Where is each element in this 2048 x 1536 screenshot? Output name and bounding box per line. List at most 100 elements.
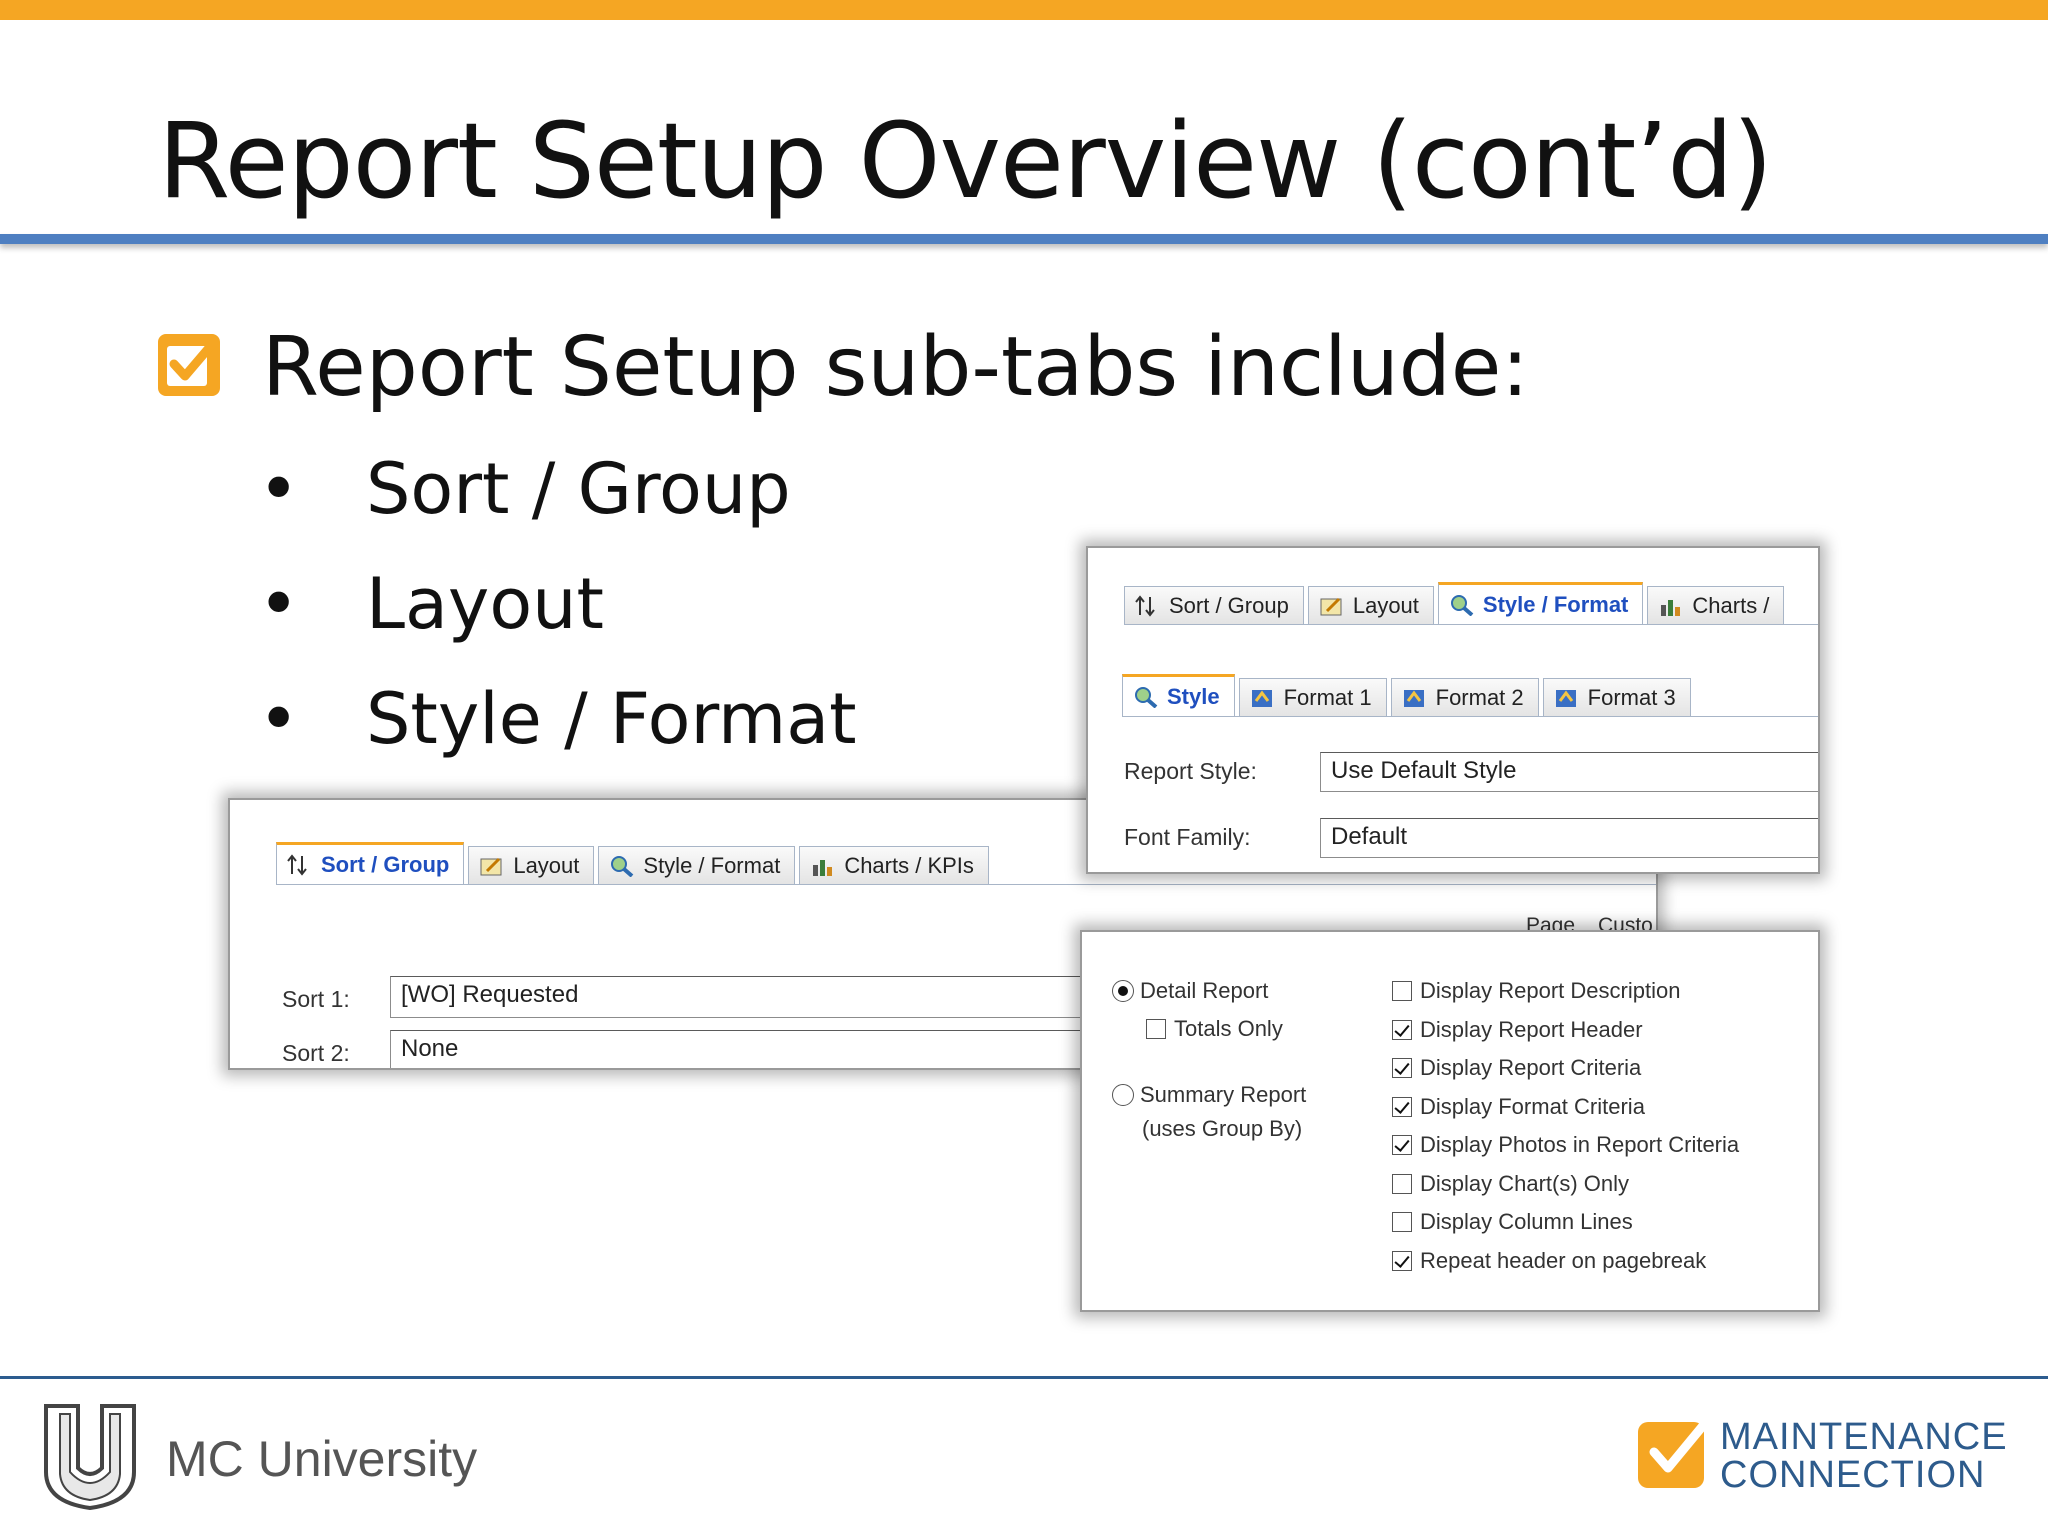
subtab-format-2[interactable]: Format 2 [1390, 678, 1539, 716]
checkbox-label: Display Report Description [1420, 978, 1681, 1003]
checkbox[interactable] [1392, 1212, 1412, 1232]
bullet-dot: • [258, 448, 300, 530]
tab-label: Style / Format [643, 852, 781, 878]
radio-selected[interactable] [1112, 980, 1134, 1002]
tab-label: Charts / [1692, 592, 1770, 618]
layout-icon [1319, 595, 1345, 617]
option-display-report-header[interactable]: Display Report Header [1392, 1017, 1643, 1043]
subtab-format-1[interactable]: Format 1 [1238, 678, 1387, 716]
tab-label: Style [1167, 683, 1220, 709]
tab-label: Sort / Group [321, 851, 450, 877]
checkbox-label: Display Chart(s) Only [1420, 1171, 1630, 1196]
tab-label: Layout [1352, 592, 1419, 618]
main-bullet-text: Report Setup sub-tabs include: [262, 320, 1529, 415]
subtab-format-3[interactable]: Format 3 [1542, 678, 1691, 716]
university-shield-icon [42, 1402, 138, 1514]
display-options-screenshot: Detail Report Totals Only Summary Report… [1080, 930, 1820, 1312]
chart-icon [810, 855, 836, 877]
checkbox-label: Display Column Lines [1420, 1209, 1633, 1234]
checkbox-bullet-icon [158, 334, 220, 396]
tab-layout[interactable]: Layout [1307, 586, 1434, 624]
report-style-label: Report Style: [1124, 758, 1257, 784]
brand-logo-text: MAINTENANCE CONNECTION [1720, 1418, 2008, 1494]
tab-label: Charts / KPIs [844, 852, 974, 878]
style-subtabs: Style Format 1 Format 2 Format 3 [1122, 674, 1695, 716]
checkbox[interactable] [1392, 1135, 1412, 1155]
sort1-label: Sort 1: [282, 986, 350, 1012]
sub-item-style-format: • Style / Format [258, 678, 857, 760]
summary-report-radio[interactable]: Summary Report [1112, 1082, 1306, 1108]
sort2-label: Sort 2: [282, 1040, 350, 1066]
option-display-format-criteria[interactable]: Display Format Criteria [1392, 1094, 1645, 1120]
tab-label: Style / Format [1482, 591, 1629, 617]
summary-note: (uses Group By) [1142, 1116, 1303, 1141]
tab-label: Format 2 [1435, 684, 1524, 710]
tab-layout[interactable]: Layout [468, 846, 595, 884]
tab-label: Format 1 [1283, 684, 1372, 710]
tab-style-format[interactable]: Style / Format [1437, 582, 1644, 624]
sub-item-label: Sort / Group [366, 448, 791, 530]
format-icon [1402, 687, 1428, 709]
tab-label: Format 3 [1587, 684, 1676, 710]
chart-icon [1658, 595, 1684, 617]
option-display-report-criteria[interactable]: Display Report Criteria [1392, 1055, 1641, 1081]
brand-line-1: MAINTENANCE [1720, 1416, 2008, 1458]
tab-sort-group[interactable]: Sort / Group [1124, 586, 1304, 624]
checkbox-label: Display Photos in Report Criteria [1420, 1132, 1740, 1157]
bullet-dot: • [258, 563, 300, 645]
checkbox-label: Display Report Criteria [1420, 1055, 1642, 1080]
checkbox[interactable] [1392, 1058, 1412, 1078]
magnifier-icon [1133, 686, 1159, 709]
radio-label: Detail Report [1140, 978, 1269, 1003]
footer-org-name: MC University [166, 1431, 478, 1487]
style-panel-tabs: Sort / Group Layout Style / Format Chart… [1124, 582, 1788, 624]
checkbox[interactable] [1392, 1251, 1412, 1271]
tab-baseline [1124, 624, 1818, 625]
sort-arrows-icon [287, 853, 313, 876]
option-display-photos[interactable]: Display Photos in Report Criteria [1392, 1132, 1739, 1158]
tab-label: Sort / Group [1169, 592, 1289, 618]
checkbox[interactable] [1392, 1020, 1412, 1040]
format-icon [1554, 687, 1580, 709]
tab-charts-kpis[interactable]: Charts / KPIs [799, 846, 989, 884]
totals-only-checkbox[interactable]: Totals Only [1146, 1016, 1283, 1042]
bullet-dot: • [258, 678, 300, 760]
style-format-screenshot: Sort / Group Layout Style / Format Chart… [1086, 546, 1820, 874]
layout-icon [479, 855, 505, 877]
brand-line-2: CONNECTION [1720, 1454, 1986, 1496]
report-style-field[interactable]: Use Default Style [1320, 752, 1818, 792]
sort-panel-tabs: Sort / Group Layout Style / Format Chart… [276, 842, 993, 884]
subtab-style[interactable]: Style [1122, 674, 1235, 716]
top-accent-bar [0, 0, 2048, 20]
checkbox-label: Totals Only [1174, 1016, 1283, 1041]
option-display-report-description[interactable]: Display Report Description [1392, 978, 1680, 1004]
option-repeat-header[interactable]: Repeat header on pagebreak [1392, 1248, 1706, 1274]
tab-style-format[interactable]: Style / Format [598, 846, 796, 884]
checkbox[interactable] [1146, 1019, 1166, 1039]
magnifier-icon [609, 855, 635, 878]
tab-label: Layout [513, 852, 580, 878]
sub-item-sort-group: • Sort / Group [258, 448, 791, 530]
maintenance-connection-logo-icon [1636, 1416, 1711, 1494]
subtab-baseline [1122, 716, 1818, 717]
radio-unselected[interactable] [1112, 1084, 1134, 1106]
tab-sort-group[interactable]: Sort / Group [276, 842, 465, 884]
checkbox-label: Display Format Criteria [1420, 1094, 1645, 1119]
sort-arrows-icon [1135, 594, 1161, 617]
checkbox[interactable] [1392, 981, 1412, 1001]
magnifier-icon [1449, 594, 1475, 617]
sub-item-layout: • Layout [258, 563, 604, 645]
title-divider [0, 234, 2048, 244]
font-family-field[interactable]: Default [1320, 818, 1818, 858]
checkbox-label: Repeat header on pagebreak [1420, 1248, 1707, 1273]
slide-title: Report Setup Overview (cont’d) [158, 100, 1773, 222]
checkbox[interactable] [1392, 1174, 1412, 1194]
tab-charts[interactable]: Charts / [1647, 586, 1785, 624]
radio-label: Summary Report [1140, 1082, 1307, 1107]
detail-report-radio[interactable]: Detail Report [1112, 978, 1268, 1004]
tab-baseline [276, 884, 1656, 885]
footer-divider [0, 1376, 2048, 1379]
option-display-charts-only[interactable]: Display Chart(s) Only [1392, 1171, 1629, 1197]
option-display-column-lines[interactable]: Display Column Lines [1392, 1209, 1633, 1235]
checkbox[interactable] [1392, 1097, 1412, 1117]
